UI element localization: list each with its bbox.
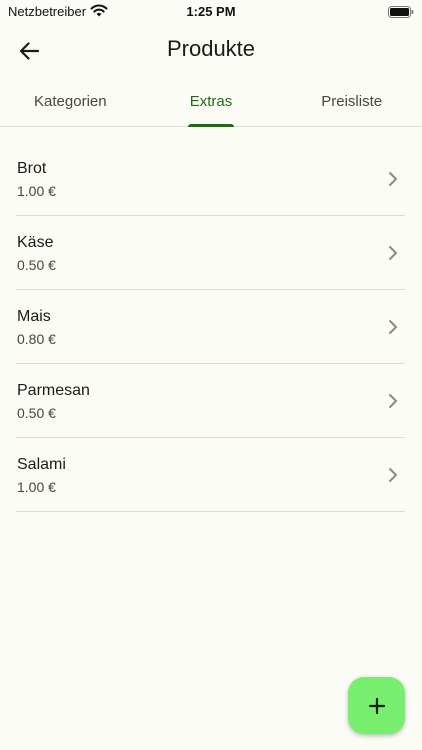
item-name: Parmesan xyxy=(17,382,90,399)
tab-bar: Kategorien Extras Preisliste xyxy=(0,76,422,127)
active-tab-indicator xyxy=(188,124,234,127)
list-item[interactable]: Parmesan 0.50 € xyxy=(16,365,405,438)
clock: 1:25 PM xyxy=(186,4,236,19)
list-item[interactable]: Salami 1.00 € xyxy=(16,439,405,512)
extras-list: Brot 1.00 € Käse 0.50 € Mais 0.80 € Parm… xyxy=(16,143,405,513)
page-title: Produkte xyxy=(166,36,256,61)
chevron-right-icon xyxy=(389,172,397,186)
item-price: 0.50 € xyxy=(17,257,56,273)
tab-label: Extras xyxy=(189,92,233,110)
chevron-right-icon xyxy=(389,394,397,408)
item-name: Salami xyxy=(17,456,66,473)
item-price: 1.00 € xyxy=(17,183,56,199)
item-name: Brot xyxy=(17,160,47,177)
list-item[interactable]: Mais 0.80 € xyxy=(16,291,405,364)
item-price: 1.00 € xyxy=(17,479,56,495)
tab-extras[interactable]: Extras xyxy=(141,76,282,127)
add-extra-button[interactable] xyxy=(348,677,405,734)
battery-icon xyxy=(388,5,414,18)
app-bar: Produkte xyxy=(0,24,422,76)
item-price: 0.80 € xyxy=(17,331,56,347)
list-item[interactable]: Käse 0.50 € xyxy=(16,217,405,290)
chevron-right-icon xyxy=(389,246,397,260)
item-price: 0.50 € xyxy=(17,405,56,421)
item-name: Mais xyxy=(17,308,51,325)
chevron-right-icon xyxy=(389,320,397,334)
item-name: Käse xyxy=(17,234,54,251)
tab-preisliste[interactable]: Preisliste xyxy=(281,76,422,126)
plus-icon xyxy=(368,697,385,714)
status-bar: Netzbetreiber 1:25 PM xyxy=(0,0,422,24)
tab-label: Kategorien xyxy=(34,92,107,110)
list-item[interactable]: Brot 1.00 € xyxy=(16,143,405,216)
tab-kategorien[interactable]: Kategorien xyxy=(0,76,141,126)
chevron-right-icon xyxy=(389,468,397,482)
tab-label: Preisliste xyxy=(321,92,383,110)
